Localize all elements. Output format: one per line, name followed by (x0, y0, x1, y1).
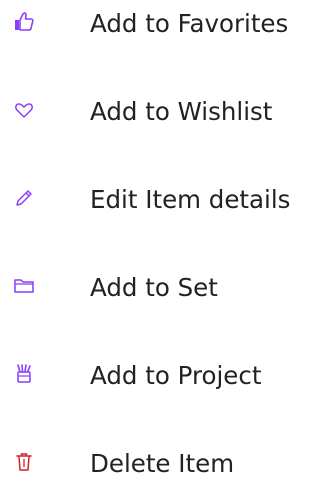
edit-item-details-item[interactable]: Edit Item details (0, 176, 333, 236)
add-to-wishlist-item[interactable]: Add to Wishlist (0, 88, 333, 148)
delete-item-item[interactable]: Delete Item (0, 440, 333, 500)
heart-icon (12, 98, 36, 122)
cup-of-brushes-icon (12, 362, 36, 386)
add-to-wishlist-label: Add to Wishlist (90, 97, 273, 126)
add-to-favorites-label: Add to Favorites (90, 9, 289, 38)
trash-icon (12, 450, 36, 474)
thumbs-up-icon (12, 10, 36, 34)
edit-item-details-label: Edit Item details (90, 185, 291, 214)
add-to-project-item[interactable]: Add to Project (0, 352, 333, 412)
add-to-set-item[interactable]: Add to Set (0, 264, 333, 324)
add-to-favorites-item[interactable]: Add to Favorites (0, 0, 333, 60)
folder-icon (12, 274, 36, 298)
delete-item-label: Delete Item (90, 449, 235, 478)
item-actions-menu: Add to Favorites Add to Wishlist Edit It… (0, 0, 333, 478)
add-to-project-label: Add to Project (90, 361, 262, 390)
pencil-icon (12, 186, 36, 210)
add-to-set-label: Add to Set (90, 273, 218, 302)
